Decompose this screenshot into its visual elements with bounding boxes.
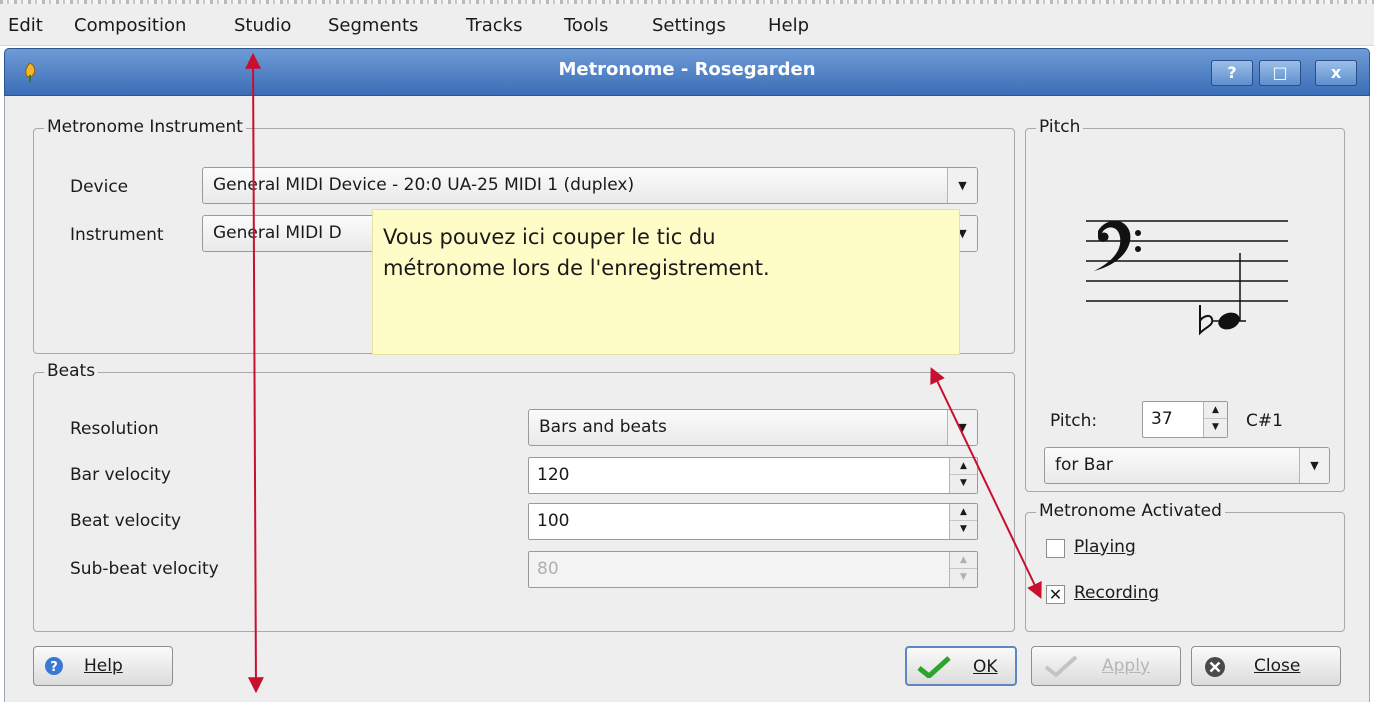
beats-group: Beats Resolution Bars and beats ▼ Bar ve…	[33, 361, 1015, 632]
pitch-for-value: for Bar	[1055, 455, 1113, 475]
menu-tools[interactable]: Tools	[564, 13, 608, 39]
spin-down-icon: ▼	[960, 572, 967, 582]
beat-velocity-value: 100	[537, 511, 570, 531]
apply-checkmark-icon	[1044, 655, 1078, 677]
chevron-down-icon[interactable]: ▼	[947, 410, 977, 445]
pitch-note-name: C#1	[1246, 411, 1283, 431]
tooltip-line-1: Vous pouvez ici couper le tic du	[383, 225, 716, 249]
apply-button: Apply	[1031, 646, 1181, 686]
beat-velocity-label: Beat velocity	[70, 511, 182, 531]
menu-help[interactable]: Help	[768, 13, 809, 39]
recording-label[interactable]: Recording	[1074, 583, 1159, 603]
resolution-label: Resolution	[70, 419, 159, 439]
tooltip-annotation: Vous pouvez ici couper le tic du métrono…	[372, 209, 960, 355]
menu-segments[interactable]: Segments	[328, 13, 418, 39]
menu-composition[interactable]: Composition	[74, 13, 186, 39]
pitch-spinbox[interactable]: 37 ▲ ▼	[1142, 401, 1228, 438]
spin-up-icon[interactable]: ▲	[950, 458, 977, 475]
resolution-value: Bars and beats	[539, 417, 667, 437]
menu-tracks[interactable]: Tracks	[466, 13, 522, 39]
spin-down-icon[interactable]: ▼	[950, 475, 977, 492]
subbeat-velocity-value: 80	[537, 559, 559, 579]
playing-checkbox[interactable]	[1046, 539, 1065, 558]
chevron-down-icon[interactable]: ▼	[947, 168, 977, 203]
playing-label-text: Playing	[1074, 537, 1136, 557]
menubar: Edit Composition Studio Segments Tracks …	[0, 0, 1374, 46]
recording-checkbox[interactable]: ✕	[1046, 585, 1065, 604]
spin-up-icon[interactable]: ▲	[1204, 402, 1227, 419]
metronome-activated-group: Metronome Activated Playing ✕ Recording	[1025, 501, 1345, 632]
apply-button-label: Apply	[1102, 656, 1150, 676]
pitch-label: Pitch:	[1050, 411, 1098, 431]
device-label: Device	[70, 177, 129, 197]
bar-velocity-value: 120	[537, 465, 570, 485]
close-window-button[interactable]: x	[1315, 60, 1357, 86]
playing-label[interactable]: Playing	[1074, 537, 1136, 557]
ok-button-label: OK	[973, 657, 998, 677]
menu-studio[interactable]: Studio	[234, 13, 291, 39]
pitch-group: Pitch Pitch: 37 ▲ ▼ C#1 for Bar ▼	[1025, 117, 1345, 492]
checkmark-icon	[917, 656, 951, 678]
help-titlebar-button[interactable]: ?	[1211, 60, 1253, 86]
pitch-value: 37	[1151, 409, 1173, 429]
torn-edge	[0, 0, 1374, 4]
beat-velocity-spinbox[interactable]: 100 ▲ ▼	[528, 503, 978, 540]
metronome-dialog: Metronome Instrument Device General MIDI…	[4, 96, 1370, 702]
subbeat-velocity-label: Sub-beat velocity	[70, 559, 219, 579]
group-title: Metronome Instrument	[44, 117, 246, 137]
spin-down-icon[interactable]: ▼	[950, 521, 977, 538]
close-button-label: Close	[1254, 656, 1301, 676]
ok-button[interactable]: OK	[905, 646, 1017, 686]
group-title: Pitch	[1036, 117, 1084, 137]
chevron-down-icon[interactable]: ▼	[1299, 448, 1329, 483]
maximize-button[interactable]: □	[1259, 60, 1301, 86]
window-titlebar[interactable]: Metronome - Rosegarden ? □ x	[4, 48, 1370, 96]
device-combo[interactable]: General MIDI Device - 20:0 UA-25 MIDI 1 …	[202, 167, 978, 204]
help-button-label: Help	[84, 656, 123, 676]
close-button[interactable]: Close	[1191, 646, 1341, 686]
menu-edit[interactable]: Edit	[8, 13, 43, 39]
bass-clef-staff-icon	[1086, 220, 1288, 336]
menu-settings[interactable]: Settings	[652, 13, 726, 39]
tooltip-line-2: métronome lors de l'enregistrement.	[383, 256, 770, 280]
spin-down-icon[interactable]: ▼	[1204, 419, 1227, 436]
spin-up-icon[interactable]: ▲	[950, 504, 977, 521]
help-icon: ?	[45, 657, 63, 675]
device-value: General MIDI Device - 20:0 UA-25 MIDI 1 …	[213, 175, 635, 195]
bar-velocity-spinbox[interactable]: 120 ▲ ▼	[528, 457, 978, 494]
close-circle-icon	[1205, 657, 1225, 677]
group-title: Beats	[44, 361, 99, 381]
instrument-label: Instrument	[70, 225, 164, 245]
recording-label-text: Recording	[1074, 583, 1160, 603]
bar-velocity-label: Bar velocity	[70, 465, 171, 485]
group-title: Metronome Activated	[1036, 501, 1225, 521]
instrument-value: General MIDI D	[213, 223, 342, 243]
subbeat-velocity-spinbox: 80 ▲ ▼	[528, 551, 978, 588]
window-title: Metronome - Rosegarden	[558, 59, 816, 80]
resolution-combo[interactable]: Bars and beats ▼	[528, 409, 978, 446]
help-button[interactable]: ? Help	[33, 646, 173, 686]
svg-text:?: ?	[50, 660, 58, 675]
spin-up-icon: ▲	[950, 552, 977, 569]
pitch-for-combo[interactable]: for Bar ▼	[1044, 447, 1330, 484]
